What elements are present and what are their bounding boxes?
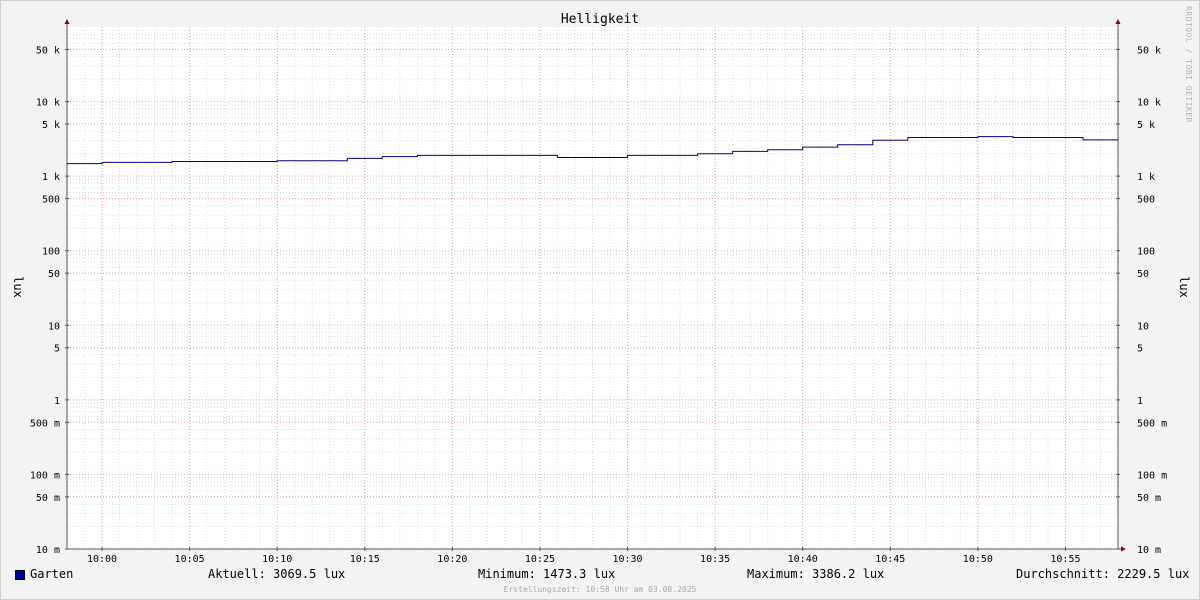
y-tick-label: 10 k <box>36 98 60 109</box>
x-tick-label: 10:30 <box>612 554 642 565</box>
x-axis-arrow <box>1121 546 1126 552</box>
y-tick-label: 10 <box>48 321 60 332</box>
y-tick-label-right: 500 m <box>1137 418 1167 429</box>
y-tick-label-right: 500 <box>1137 195 1155 206</box>
y-tick-label: 1 k <box>42 172 60 183</box>
x-tick-label: 10:45 <box>875 554 905 565</box>
y-tick-labels-right: 50 k 10 k 5 k 1 k 500 100 50 10 5 1 500 m 100 m 50 m… <box>1137 45 1167 556</box>
y-tick-label-right: 50 k <box>1137 45 1161 56</box>
y-axis-label-right: lux <box>1177 276 1191 298</box>
y-tick-label-right: 10 k <box>1137 98 1161 109</box>
y-tick-label-right: 10 m <box>1137 545 1161 556</box>
legend-series-name: Garten <box>30 567 74 581</box>
y-tick-labels-left: 50 k 10 k 5 k 1 k 500 100 50 10 5 1 500 m 100 m 50 m… <box>30 45 60 556</box>
y-tick-label: 50 <box>48 269 60 280</box>
y-tick-label-right: 1 k <box>1137 172 1155 183</box>
y-tick-label: 50 m <box>36 493 60 504</box>
y-tick-label: 50 k <box>36 45 60 56</box>
y-tick-label-right: 100 <box>1137 247 1155 258</box>
y-tick-label: 1 <box>54 396 60 407</box>
y-tick-label-right: 50 m <box>1137 493 1161 504</box>
legend-swatch <box>15 570 25 580</box>
y-tick-label: 100 <box>42 247 60 258</box>
y-tick-label-right: 5 <box>1137 344 1143 355</box>
x-tick-labels: 10:00 10:05 10:10 10:15 10:20 10:25 10:30 10:35… <box>87 554 1081 565</box>
y-tick-label-right: 10 <box>1137 321 1149 332</box>
y-tick-label-right: 5 k <box>1137 120 1155 131</box>
x-tick-label: 10:55 <box>1050 554 1080 565</box>
y-tick-label-right: 1 <box>1137 396 1143 407</box>
legend-current: Aktuell: 3069.5 lux <box>208 567 346 581</box>
legend-maximum: Maximum: 3386.2 lux <box>747 567 885 581</box>
y-tick-label: 500 <box>42 195 60 206</box>
x-tick-label: 10:10 <box>262 554 292 565</box>
y-tick-label-right: 50 <box>1137 269 1149 280</box>
chart-canvas: 50 k 10 k 5 k 1 k 500 100 50 10 5 1 500 m 100 m 50 m… <box>11 12 1191 565</box>
y-axis-arrow-left <box>64 19 70 24</box>
y-axis-arrow-right <box>1115 19 1121 24</box>
y-tick-label: 5 <box>54 344 60 355</box>
y-tick-label: 10 m <box>36 545 60 556</box>
y-tick-label: 500 m <box>30 418 60 429</box>
y-axis-label-left: lux <box>11 276 25 298</box>
x-tick-label: 10:35 <box>700 554 730 565</box>
y-tick-label-right: 100 m <box>1137 470 1167 481</box>
legend-minimum: Minimum: 1473.3 lux <box>478 567 616 581</box>
x-tick-label: 10:05 <box>175 554 205 565</box>
x-tick-label: 10:00 <box>87 554 117 565</box>
y-tick-label: 100 m <box>30 470 60 481</box>
x-tick-label: 10:15 <box>350 554 380 565</box>
y-tick-label: 5 k <box>42 120 60 131</box>
x-tick-label: 10:40 <box>788 554 818 565</box>
x-tick-label: 10:20 <box>437 554 467 565</box>
rrdtool-credit: RRDTOOL / TOBI OETIKER <box>1184 6 1193 123</box>
chart-title: Helligkeit <box>561 12 639 27</box>
x-tick-label: 10:25 <box>525 554 555 565</box>
creation-timestamp: Erstellungszeit: 10:58 Uhr am 03.08.2025 <box>503 585 697 594</box>
legend-average: Durchschnitt: 2229.5 lux <box>1016 567 1190 581</box>
x-tick-label: 10:50 <box>963 554 993 565</box>
